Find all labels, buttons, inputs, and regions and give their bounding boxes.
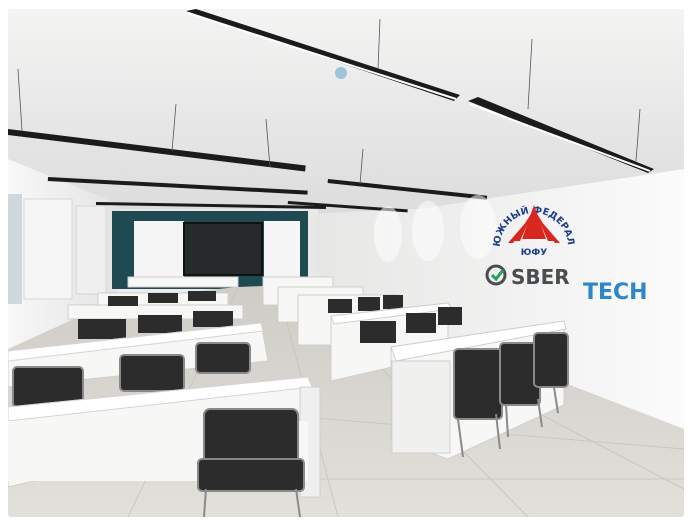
classroom-photo: ЮЖНЫЙ ФЕДЕРАЛЬНЫЙ УНИВЕРСИТЕТ ЮФУ SBER T…: [8, 9, 684, 517]
university-abbr: ЮФУ: [521, 248, 547, 258]
whiteboard-left: [134, 221, 184, 277]
whiteboard-right: [264, 221, 300, 277]
smoke-detector: [335, 67, 347, 79]
display-screen: [183, 222, 263, 276]
window: [8, 194, 22, 304]
classroom-scene: ЮЖНЫЙ ФЕДЕРАЛЬНЫЙ УНИВЕРСИТЕТ ЮФУ SBER T…: [8, 9, 684, 517]
sber-word: SBER: [511, 265, 570, 289]
tech-word: TECH: [583, 280, 648, 305]
